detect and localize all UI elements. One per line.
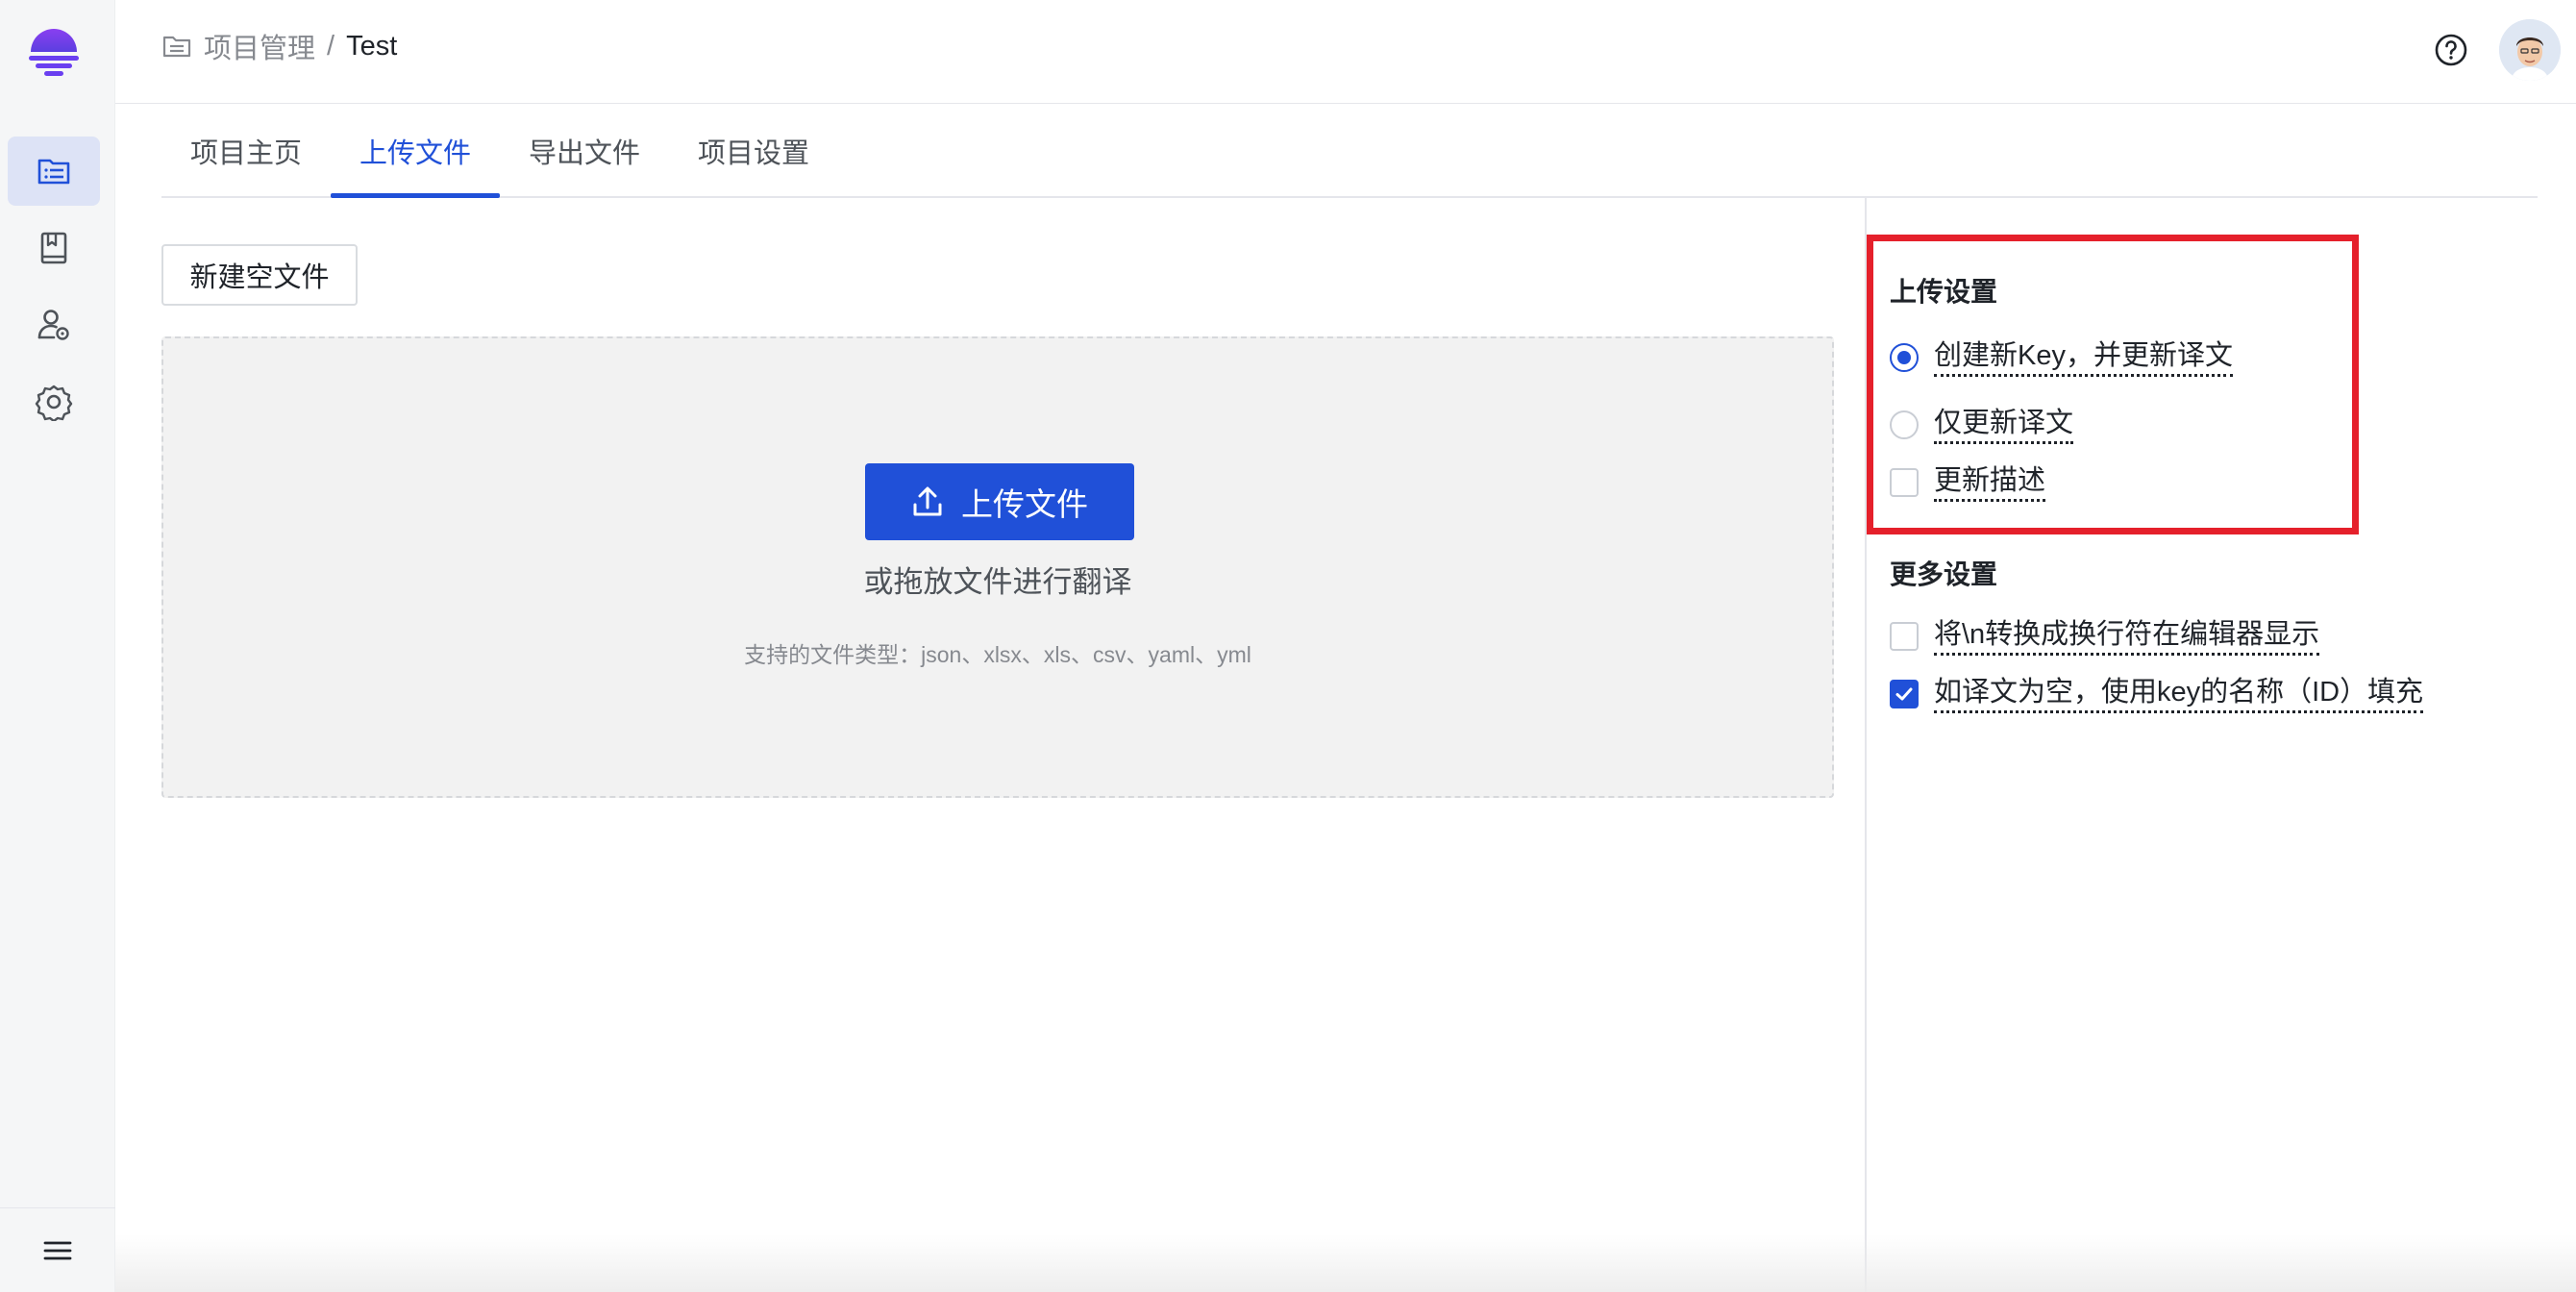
checkmark-icon [1895,687,1913,701]
checkbox-convert-newline[interactable] [1890,622,1919,651]
drop-hint-text: 或拖放文件进行翻译 [863,565,1132,599]
avatar-image [2499,19,2561,81]
project-tabs: 项目主页 上传文件 导出文件 项目设置 [161,104,2538,198]
book-icon [40,232,67,264]
help-button[interactable] [2434,33,2468,67]
user-settings-icon [37,310,69,340]
user-avatar[interactable] [2499,19,2561,81]
radio-update-translation-only[interactable] [1890,410,1919,439]
option-label: 创建新Key，并更新译文 [1934,339,2233,377]
help-icon [2435,34,2467,66]
upload-settings-title: 上传设置 [1890,277,1998,307]
option-update-translation-only[interactable]: 仅更新译文 [1890,406,2074,444]
sidebar [0,0,115,1292]
radio-create-key-and-update[interactable] [1890,343,1919,372]
sidebar-item-glossary[interactable] [8,213,100,283]
option-label: 仅更新译文 [1934,407,2074,444]
project-list-icon [37,159,70,185]
tab-project-settings[interactable]: 项目设置 [669,104,838,198]
breadcrumb: 项目管理 / Test [161,27,397,65]
option-update-description[interactable]: 更新描述 [1890,463,2046,502]
bottom-fade [115,1234,2576,1292]
breadcrumb-current-project: Test [346,30,398,62]
checkbox-fill-with-key-name[interactable] [1890,680,1919,708]
option-create-key-and-update[interactable]: 创建新Key，并更新译文 [1890,338,2233,377]
checkbox-update-description[interactable] [1890,468,1919,497]
folder-icon [162,36,191,58]
upload-file-button[interactable]: 上传文件 [865,463,1134,540]
option-label: 将\n转换成换行符在编辑器显示 [1934,618,2320,656]
menu-icon [43,1241,72,1259]
sidebar-item-members[interactable] [8,290,100,360]
gear-icon [35,385,73,421]
sidebar-item-projects[interactable] [8,137,100,206]
active-tab-indicator [331,193,500,198]
option-label: 如译文为空，使用key的名称（ID）填充 [1934,676,2424,713]
upload-icon [913,486,942,516]
tab-export-file[interactable]: 导出文件 [500,104,669,198]
tab-project-home[interactable]: 项目主页 [161,104,331,198]
file-drop-zone[interactable]: 上传文件 或拖放文件进行翻译 支持的文件类型：json、xlsx、xls、csv… [161,336,1834,798]
sidebar-toggle-button[interactable] [0,1207,115,1292]
option-convert-newline[interactable]: 将\n转换成换行符在编辑器显示 [1890,617,2320,656]
sidebar-item-settings[interactable] [8,367,100,436]
top-header: 项目管理 / Test [115,0,2576,104]
supported-file-types-text: 支持的文件类型：json、xlsx、xls、csv、yaml、yml [744,642,1251,667]
new-empty-file-button[interactable]: 新建空文件 [161,244,358,306]
upload-file-button-label: 上传文件 [961,486,1088,522]
breadcrumb-separator: / [327,30,335,62]
breadcrumb-project-management-link[interactable]: 项目管理 [204,26,315,66]
option-fill-with-key-name[interactable]: 如译文为空，使用key的名称（ID）填充 [1890,675,2424,713]
tab-upload-file[interactable]: 上传文件 [331,104,500,198]
option-label: 更新描述 [1934,464,2046,502]
app-logo-icon[interactable] [27,23,81,81]
more-settings-title: 更多设置 [1890,559,1998,589]
